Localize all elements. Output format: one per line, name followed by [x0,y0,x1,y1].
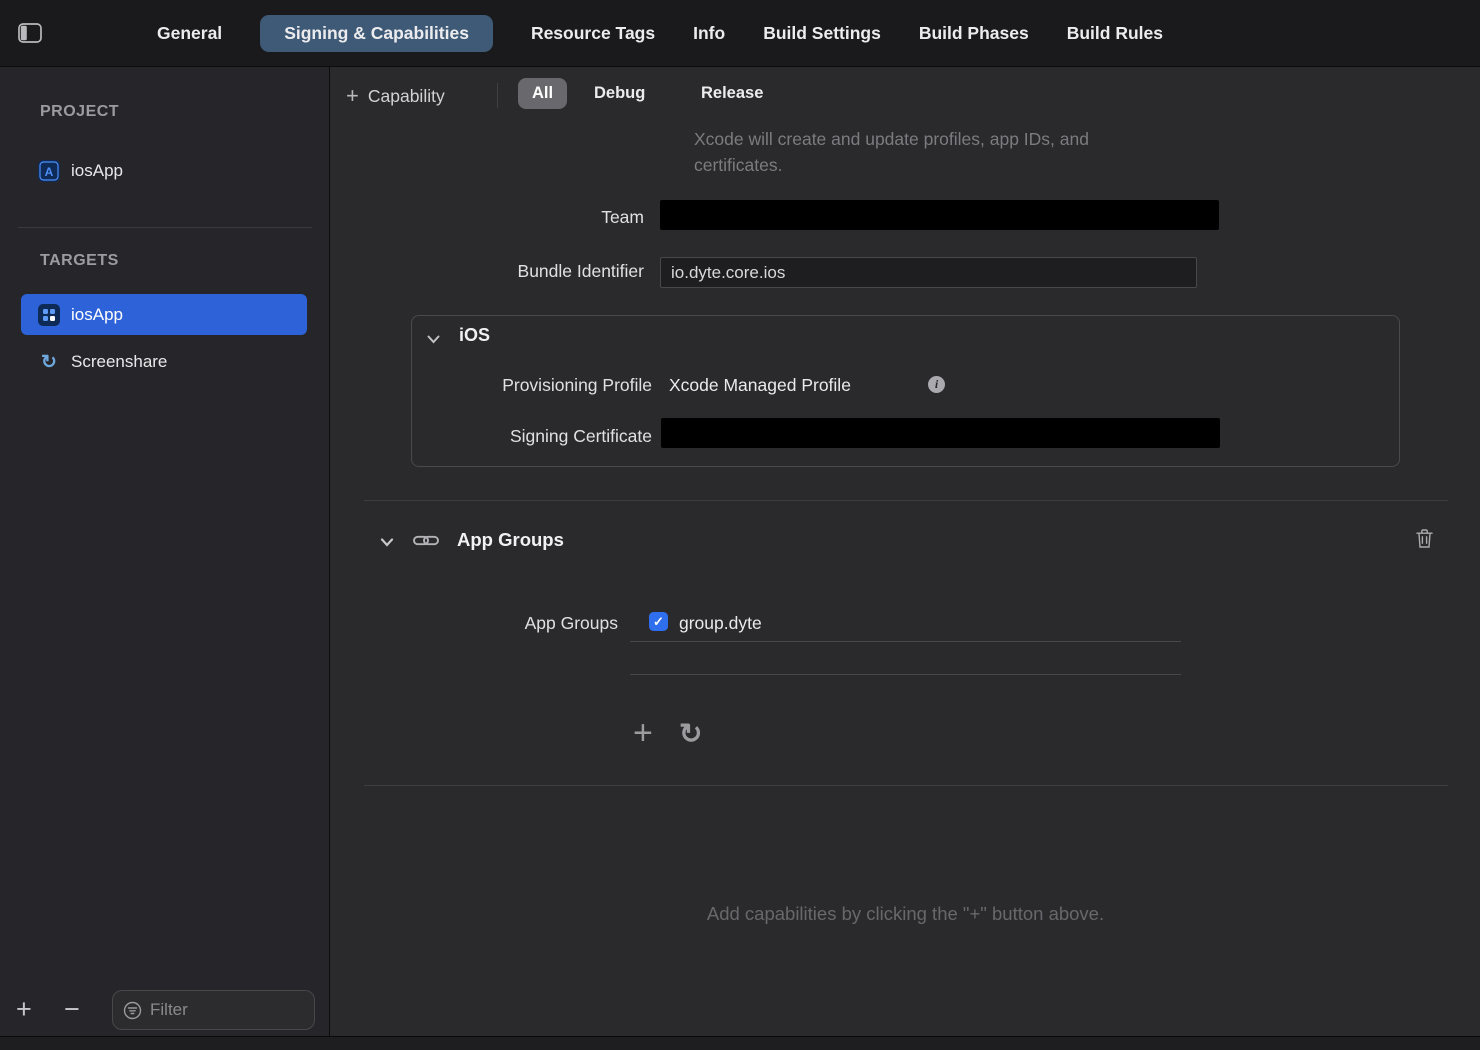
tab-build-rules[interactable]: Build Rules [1067,15,1163,52]
remove-target-button[interactable]: − [64,994,80,1024]
signing-certificate-redacted[interactable] [661,418,1220,448]
team-label: Team [331,207,644,228]
trash-icon [1415,537,1434,552]
project-app-icon: A [38,160,60,182]
target-item-label: Screenshare [71,352,167,372]
delete-capability-button[interactable] [1415,528,1434,552]
plus-icon: + [346,85,359,107]
tab-build-phases[interactable]: Build Phases [919,15,1029,52]
chevron-down-icon [427,332,440,347]
row-separator [630,674,1181,675]
bundle-identifier-field[interactable]: io.dyte.core.ios [660,257,1197,288]
target-item-label: iosApp [71,305,123,325]
bundle-identifier-label: Bundle Identifier [331,261,644,282]
filter-field[interactable] [112,990,315,1030]
ios-disclosure-button[interactable] [427,332,440,347]
target-item-screenshare[interactable]: ↻ Screenshare [21,343,307,381]
add-capability-label: Capability [368,86,445,107]
section-divider [364,500,1448,501]
app-groups-field-label: App Groups [331,613,618,634]
filter-icon [123,1001,142,1020]
sidebar-divider [18,227,312,228]
project-section-header: PROJECT [40,103,119,121]
segment-debug[interactable]: Debug [594,78,645,109]
svg-text:A: A [45,165,54,179]
provisioning-profile-value[interactable]: Xcode Managed Profile [669,375,851,396]
filter-input[interactable] [150,1000,304,1020]
add-capabilities-hint: Add capabilities by clicking the "+" but… [331,903,1480,925]
tab-signing-capabilities[interactable]: Signing & Capabilities [260,15,493,52]
row-separator [630,641,1181,642]
add-target-button[interactable]: + [16,994,32,1024]
signing-note-line2: certificates. [694,155,783,176]
link-icon [413,533,439,548]
segment-all[interactable]: All [518,78,567,109]
tab-bar: General Signing & Capabilities Resource … [157,0,1163,67]
segment-release[interactable]: Release [701,78,763,109]
add-capability-button[interactable]: + Capability [346,80,445,112]
tab-resource-tags[interactable]: Resource Tags [531,15,655,52]
checkmark-icon: ✓ [653,614,664,630]
targets-section-header: TARGETS [40,252,119,270]
signing-note-line1: Xcode will create and update profiles, a… [694,129,1089,150]
app-groups-disclosure-button[interactable] [380,535,394,550]
signing-capabilities-editor: + Capability All Debug Release Xcode wil… [331,67,1480,1050]
window-bottom-edge [0,1036,1480,1050]
ios-signing-group: iOS Provisioning Profile Xcode Managed P… [411,315,1400,467]
project-item-iosapp[interactable]: A iosApp [21,151,307,191]
app-group-checkbox[interactable]: ✓ [649,612,668,631]
team-value-redacted[interactable] [660,200,1219,230]
project-navigator: PROJECT A iosApp TARGETS [0,67,330,1050]
app-group-entry-label[interactable]: group.dyte [679,613,762,634]
editor-tab-bar: General Signing & Capabilities Resource … [0,0,1480,67]
provisioning-profile-label: Provisioning Profile [412,375,652,396]
refresh-app-groups-button[interactable]: ↻ [679,717,702,751]
project-item-label: iosApp [71,161,123,181]
section-divider [364,785,1448,786]
sidebar-panel-icon [18,31,42,46]
add-app-group-button[interactable]: + [633,715,653,751]
app-groups-section-title: App Groups [457,529,564,551]
tab-info[interactable]: Info [693,15,725,52]
refresh-target-icon: ↻ [38,351,60,373]
sidebar-toggle-button[interactable] [17,23,43,45]
tab-general[interactable]: General [157,15,222,52]
ios-group-title: iOS [459,325,490,346]
signing-certificate-label: Signing Certificate [412,426,652,447]
chevron-down-icon [380,535,394,550]
toolbar-separator [497,83,498,108]
target-app-icon [38,304,60,326]
target-item-iosapp[interactable]: iosApp [21,294,307,335]
tab-build-settings[interactable]: Build Settings [763,15,881,52]
info-icon[interactable]: i [928,376,945,393]
xcode-window: General Signing & Capabilities Resource … [0,0,1480,1050]
